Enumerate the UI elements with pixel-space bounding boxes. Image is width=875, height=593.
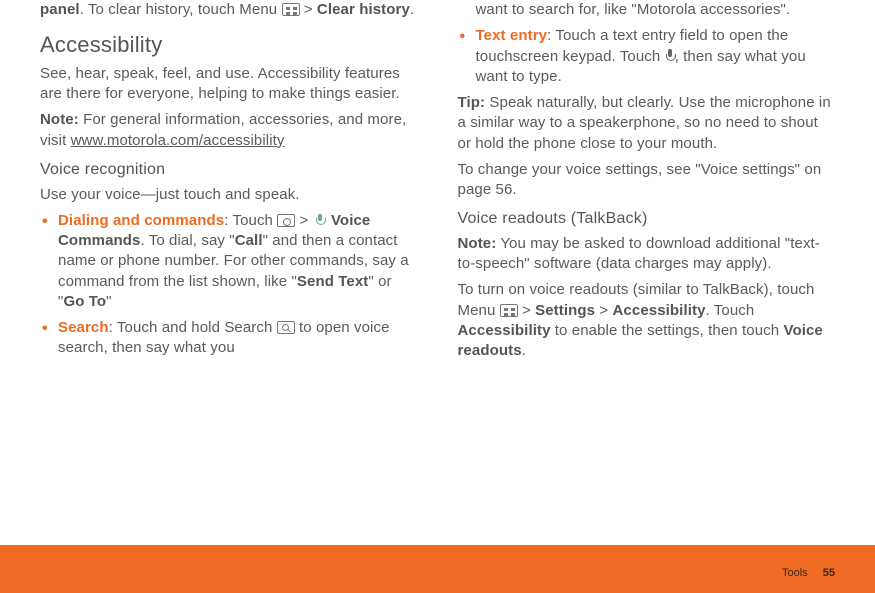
page-number: 55 <box>823 567 835 579</box>
menu-icon <box>282 3 300 16</box>
note-label2: Note: <box>458 235 497 252</box>
text: > <box>518 302 535 319</box>
note-tts: Note: You may be asked to download addit… <box>458 234 836 275</box>
goto-label: Go To <box>63 293 106 310</box>
text: . <box>522 342 526 359</box>
note-general: Note: For general information, accessori… <box>40 110 418 151</box>
text: > <box>300 1 317 18</box>
menu-icon <box>500 304 518 317</box>
text: Speak naturally, but clearly. Use the mi… <box>458 94 831 152</box>
text: . To clear history, touch Menu <box>80 1 282 18</box>
voice-commands-icon <box>313 213 327 227</box>
voice-recognition-heading: Voice recognition <box>40 159 418 181</box>
call-label: Call <box>235 232 263 249</box>
dialing-title: Dialing and commands <box>58 212 224 229</box>
text: " <box>106 293 111 310</box>
search-icon <box>277 321 295 334</box>
footer-text: Tools 55 <box>782 567 835 579</box>
page-body: panel. To clear history, touch Menu > Cl… <box>0 0 875 528</box>
text-entry-title: Text entry <box>476 27 548 44</box>
apps-icon <box>277 214 295 227</box>
text: > <box>295 212 312 229</box>
voice-settings-ref: To change your voice settings, see "Voic… <box>458 160 836 201</box>
text: . Touch <box>706 302 755 319</box>
search-title: Search <box>58 319 109 336</box>
panel-word: panel <box>40 1 80 18</box>
turn-on-readouts: To turn on voice readouts (similar to Ta… <box>458 280 836 361</box>
search-continued: want to search for, like "Motorola acces… <box>458 0 836 20</box>
right-column: want to search for, like "Motorola acces… <box>458 0 836 528</box>
clear-history-line: panel. To clear history, touch Menu > Cl… <box>40 0 418 20</box>
accessibility-label: Accessibility <box>613 302 706 319</box>
voice-intro: Use your voice—just touch and speak. <box>40 185 418 205</box>
accessibility-label2: Accessibility <box>458 322 551 339</box>
tip-paragraph: Tip: Speak naturally, but clearly. Use t… <box>458 93 836 154</box>
settings-label: Settings <box>535 302 595 319</box>
accessibility-link[interactable]: www.motorola.com/accessibility <box>71 132 285 149</box>
bullet-text-entry: Text entry: Touch a text entry field to … <box>458 26 836 87</box>
footer-bar: Tools 55 <box>0 545 875 593</box>
tip-label: Tip: <box>458 94 486 111</box>
text: : Touch and hold Search <box>109 319 277 336</box>
text: to enable the settings, then touch <box>551 322 784 339</box>
accessibility-desc: See, hear, speak, feel, and use. Accessi… <box>40 64 418 105</box>
microphone-icon <box>665 49 675 63</box>
section-name: Tools <box>782 567 808 579</box>
text: . <box>410 1 414 18</box>
clear-history-label: Clear history <box>317 1 410 18</box>
voice-readouts-heading: Voice readouts (TalkBack) <box>458 208 836 230</box>
bullet-dialing: Dialing and commands: Touch > Voice Comm… <box>40 211 418 312</box>
voice-bullets-right: Text entry: Touch a text entry field to … <box>458 26 836 87</box>
note-label: Note: <box>40 111 79 128</box>
text: . To dial, say " <box>140 232 234 249</box>
voice-bullets: Dialing and commands: Touch > Voice Comm… <box>40 211 418 359</box>
accessibility-heading: Accessibility <box>40 30 418 60</box>
text: : Touch <box>224 212 277 229</box>
bullet-search: Search: Touch and hold Search to open vo… <box>40 318 418 359</box>
left-column: panel. To clear history, touch Menu > Cl… <box>40 0 418 528</box>
text: > <box>595 302 612 319</box>
send-text-label: Send Text <box>297 273 368 290</box>
text: You may be asked to download additional … <box>458 235 820 272</box>
